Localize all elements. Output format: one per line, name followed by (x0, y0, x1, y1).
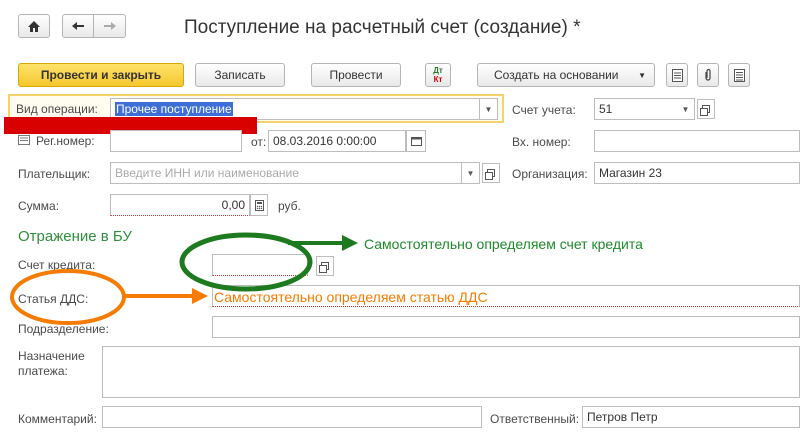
payer-field[interactable]: Введите ИНН или наименование (110, 162, 462, 184)
orange-arrow-head (192, 288, 208, 304)
sum-field[interactable]: 0,00 (110, 194, 250, 216)
kt-label: Кт (433, 75, 443, 84)
date-from-label: от: (251, 135, 267, 149)
calculator-button[interactable] (250, 194, 268, 216)
date-field[interactable]: 08.03.2016 0:00:00 (268, 130, 406, 152)
account-field[interactable]: 51 (594, 98, 678, 120)
purpose-textarea[interactable] (102, 346, 800, 398)
account-dropdown[interactable]: ▼ (677, 98, 695, 120)
operation-type-value: Прочее поступление (115, 102, 233, 116)
green-arrow-head (342, 235, 358, 251)
report-button[interactable] (666, 63, 688, 87)
reg-number-field[interactable] (110, 130, 242, 152)
save-button[interactable]: Записать (195, 63, 285, 87)
list-icon (733, 68, 745, 82)
responsible-field[interactable]: Петров Петр (582, 406, 800, 428)
home-icon (28, 20, 40, 32)
purpose-label-line2: платежа: (18, 364, 68, 378)
credit-account-annotation: Самостоятельно определяем счет кредита (364, 236, 643, 252)
payer-dropdown[interactable]: ▼ (462, 162, 480, 184)
dds-annotation: Самостоятельно определяем статью ДДС (214, 289, 488, 305)
organization-label: Организация: (512, 167, 588, 181)
credit-account-open-button[interactable] (316, 256, 334, 276)
payer-open-button[interactable] (482, 163, 500, 183)
chevron-down-icon: ▼ (638, 71, 646, 80)
payer-label: Плательщик: (18, 167, 91, 181)
open-icon (485, 169, 495, 180)
document-icon (671, 68, 683, 82)
calendar-icon (410, 137, 422, 146)
account-open-button[interactable] (697, 99, 715, 119)
open-icon (319, 262, 329, 273)
page-title: Поступление на расчетный счет (создание)… (184, 17, 581, 38)
attach-button[interactable] (697, 63, 719, 87)
dt-label: Дт (433, 66, 443, 75)
comment-field[interactable] (102, 406, 482, 428)
responsible-label: Ответственный: (490, 412, 580, 426)
operation-type-label: Вид операции: (16, 102, 98, 116)
arrow-right-icon (103, 22, 116, 30)
reg-number-label: Рег.номер: (36, 134, 95, 148)
back-button[interactable] (62, 14, 94, 38)
home-button[interactable] (18, 14, 50, 38)
division-field[interactable] (212, 316, 800, 338)
incoming-number-label: Вх. номер: (512, 135, 571, 149)
arrow-left-icon (72, 22, 84, 30)
account-label: Счет учета: (512, 103, 576, 117)
list-button[interactable] (728, 63, 750, 87)
dt-kt-button[interactable]: Дт Кт (425, 63, 451, 87)
calendar-button[interactable] (406, 130, 426, 152)
comment-label: Комментарий: (18, 412, 97, 426)
credit-account-field[interactable] (212, 254, 308, 276)
operation-type-dropdown[interactable]: ▼ (480, 98, 498, 120)
calculator-icon (254, 199, 264, 211)
organization-field[interactable]: Магазин 23 (594, 162, 800, 184)
division-label: Подразделение: (18, 322, 109, 336)
open-icon (700, 105, 710, 116)
incoming-number-field[interactable] (594, 130, 800, 152)
credit-account-label: Счет кредита: (18, 258, 96, 272)
create-based-on-label: Создать на основании (494, 68, 619, 82)
bu-section-title: Отражение в БУ (18, 228, 132, 245)
post-button[interactable]: Провести (311, 63, 401, 87)
document-icon (18, 135, 30, 145)
forward-button[interactable] (94, 14, 126, 38)
sum-label: Сумма: (18, 199, 60, 213)
purpose-label-line1: Назначение (18, 349, 85, 363)
dds-label: Статья ДДС: (18, 292, 89, 306)
create-based-on-button[interactable]: Создать на основании ▼ (477, 63, 655, 87)
post-and-close-button[interactable]: Провести и закрыть (18, 63, 184, 87)
paperclip-icon (705, 68, 711, 81)
currency-label: руб. (278, 199, 301, 213)
